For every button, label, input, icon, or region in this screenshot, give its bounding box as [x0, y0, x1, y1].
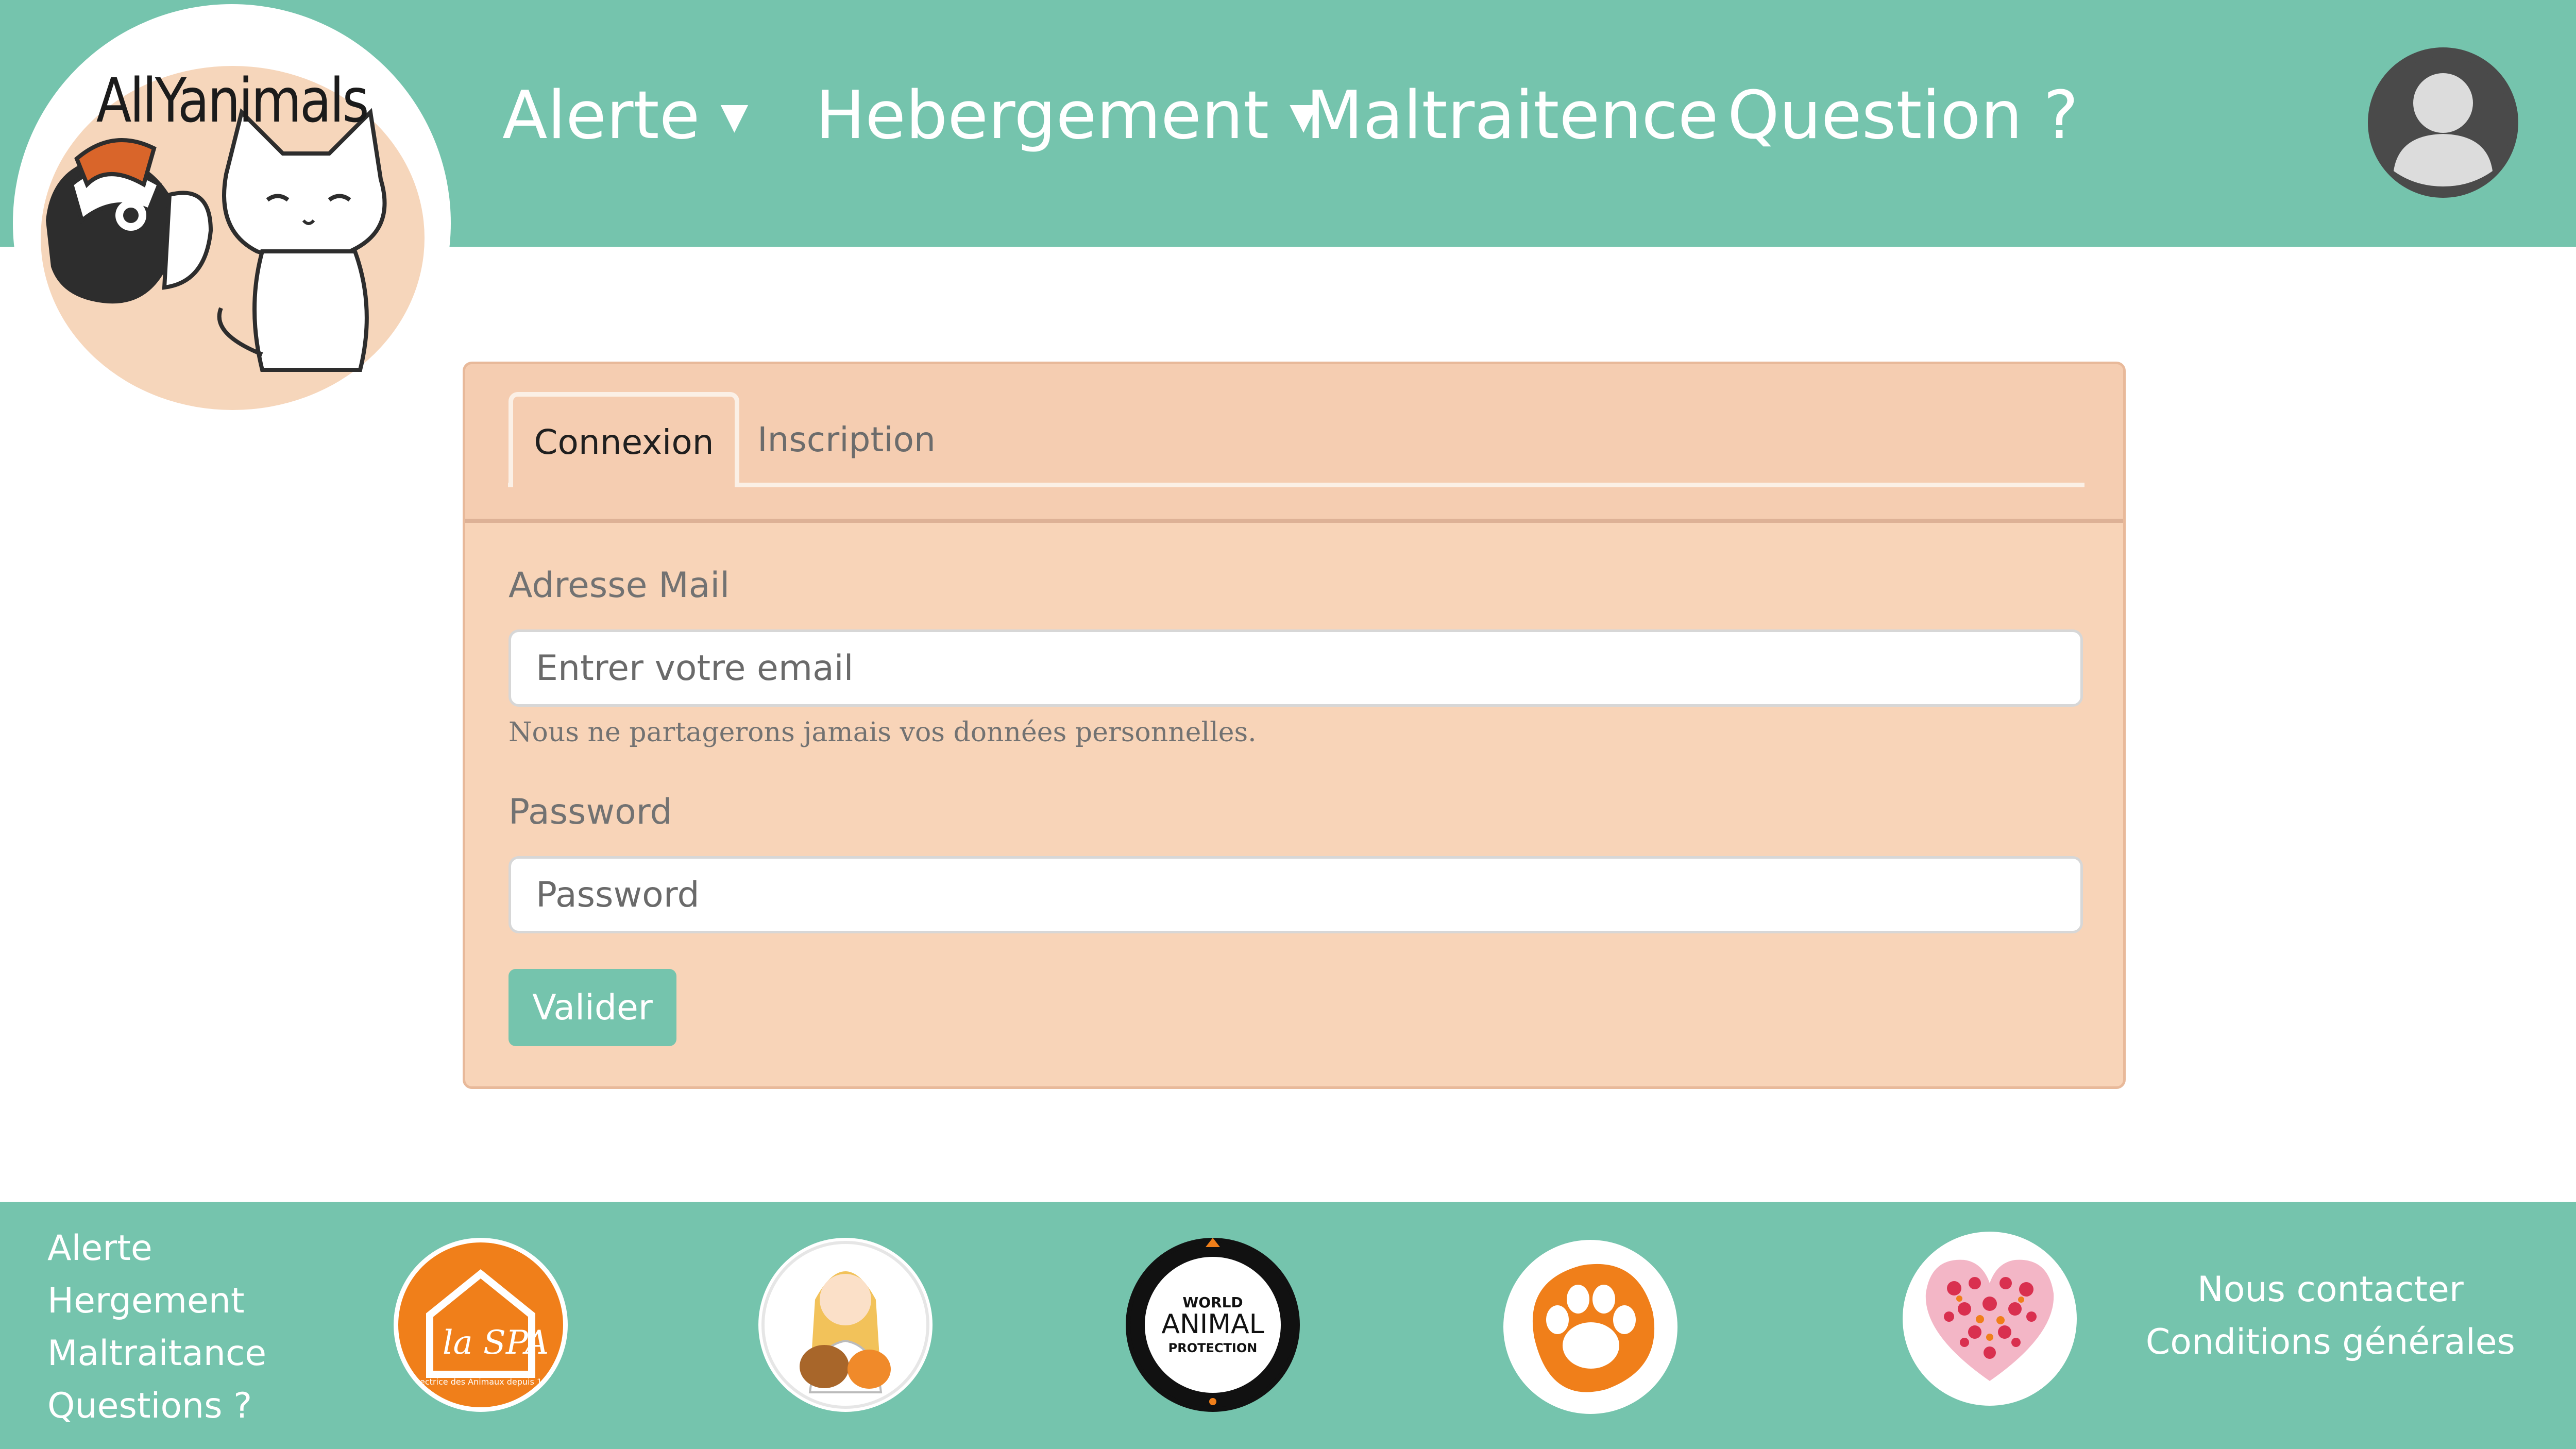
- login-card: Connexion Inscription Adresse Mail Nous …: [463, 362, 2126, 1089]
- footer-link-terms[interactable]: Conditions générales: [2146, 1316, 2515, 1369]
- email-label: Adresse Mail: [509, 565, 730, 606]
- tab-inscription[interactable]: Inscription: [754, 392, 939, 487]
- tabs-divider: [508, 483, 2084, 487]
- nav-hebergement-label: Hebergement: [816, 77, 1269, 154]
- spa-title: la SPA: [443, 1324, 549, 1362]
- chevron-down-icon: ▼: [720, 94, 749, 137]
- nav-question-label: Question ?: [1727, 77, 2079, 154]
- submit-button[interactable]: Valider: [509, 969, 676, 1046]
- nav-maltraitence[interactable]: Maltraitence: [1306, 77, 1718, 154]
- nav-maltraitence-label: Maltraitence: [1306, 77, 1719, 154]
- footer-link-hergement[interactable]: Hergement: [47, 1275, 266, 1327]
- nav-hebergement[interactable]: Hebergement ▼: [816, 77, 1317, 154]
- wap-line2: ANIMAL: [1161, 1309, 1264, 1340]
- footer-secondary-links: Nous contacter Conditions générales: [2146, 1264, 2515, 1369]
- heart-paws-logo[interactable]: [1903, 1232, 2077, 1406]
- user-avatar-icon[interactable]: [2368, 47, 2518, 198]
- nav-alerte[interactable]: Alerte ▼: [502, 77, 748, 154]
- veterinarian-logo[interactable]: [758, 1238, 933, 1412]
- card-header: Connexion Inscription: [465, 364, 2123, 523]
- tab-connexion[interactable]: Connexion: [509, 392, 739, 487]
- logo-text: AllYanimals: [96, 65, 369, 136]
- spa-subtitle: Protectrice des Animaux depuis 1845: [403, 1377, 557, 1387]
- allyanimals-logo[interactable]: AllYanimals: [13, 4, 451, 442]
- footer-link-contact[interactable]: Nous contacter: [2146, 1264, 2515, 1316]
- footer-link-alerte[interactable]: Alerte: [47, 1222, 266, 1275]
- password-label: Password: [509, 792, 672, 832]
- footer-nav: Alerte Hergement Maltraitance Questions …: [47, 1222, 266, 1433]
- footer-link-maltraitance[interactable]: Maltraitance: [47, 1327, 266, 1380]
- nav-alerte-label: Alerte: [502, 77, 700, 154]
- password-field[interactable]: [509, 856, 2083, 933]
- world-animal-protection-logo[interactable]: WORLD ANIMAL PROTECTION: [1126, 1238, 1300, 1412]
- footer-link-questions[interactable]: Questions ?: [47, 1380, 266, 1433]
- email-field[interactable]: [509, 629, 2083, 707]
- nav-question[interactable]: Question ?: [1727, 77, 2078, 154]
- footer: Alerte Hergement Maltraitance Questions …: [0, 1202, 2576, 1449]
- spa-logo[interactable]: la SPA Protectrice des Animaux depuis 18…: [394, 1238, 568, 1412]
- email-help-text: Nous ne partagerons jamais vos données p…: [509, 717, 1257, 748]
- paw-logo[interactable]: [1503, 1240, 1677, 1414]
- wap-line3: PROTECTION: [1168, 1341, 1258, 1355]
